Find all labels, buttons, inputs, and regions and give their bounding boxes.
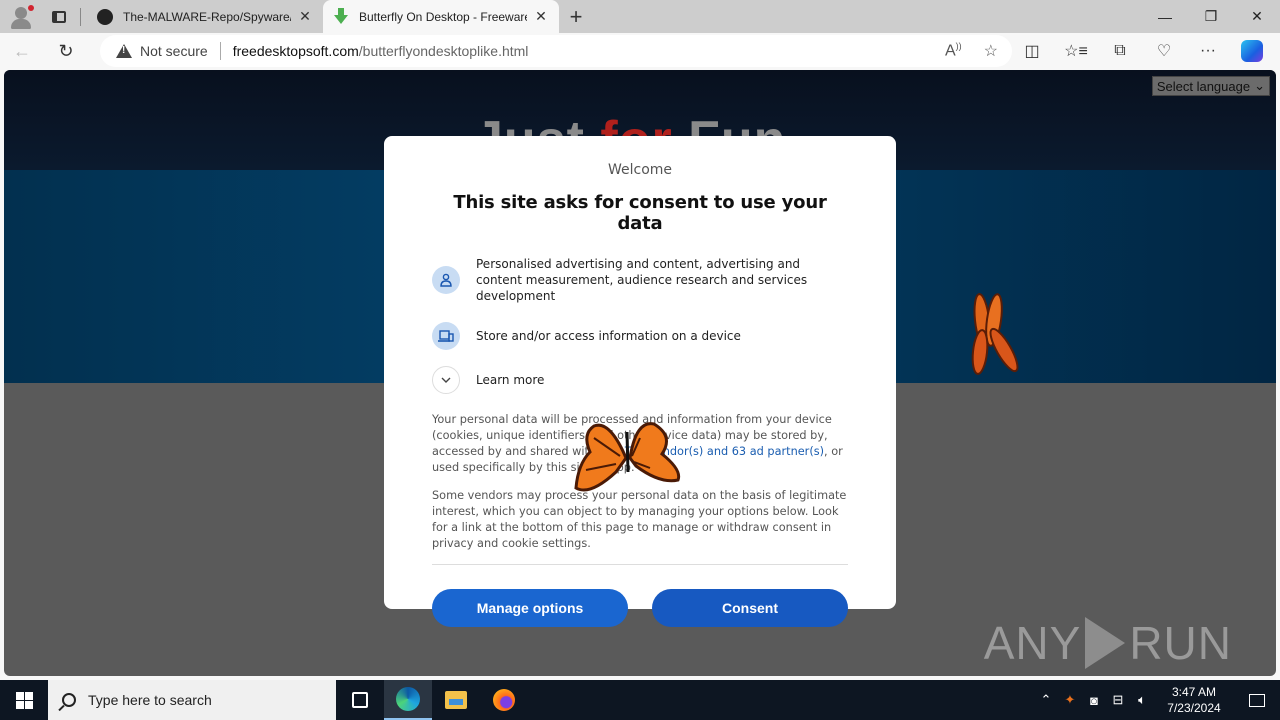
minimize-button[interactable]: — [1142,0,1188,33]
notification-icon [1249,693,1265,707]
clock-time: 3:47 AM [1171,685,1217,699]
task-view-icon [352,692,368,708]
divider [432,564,848,565]
window-controls: — ❐ ✕ [1142,0,1280,33]
url-separator [219,42,221,60]
butterfly-image [971,293,1019,375]
volume-icon[interactable]: 🔈︎ [1130,692,1154,708]
profile-button[interactable] [0,0,44,33]
profile-avatar-icon [15,7,27,19]
butterfly-image [574,422,681,492]
folder-icon [445,691,467,709]
clock-date: 7/23/2024 [1167,701,1221,715]
play-logo-icon [1085,617,1126,669]
more-menu-icon[interactable]: ··· [1186,42,1230,60]
dialog-title: This site asks for consent to use your d… [453,192,827,234]
watermark-text: ANY [983,617,1082,669]
edge-icon [396,687,420,711]
favorites-icon[interactable]: ☆≡ [1054,41,1098,61]
meet-now-icon[interactable]: ◙ [1082,693,1106,708]
task-view-button[interactable] [336,680,384,720]
tab-separator [80,7,81,26]
firefox-icon [493,689,515,711]
anyrun-watermark: ANY RUN [984,616,1232,670]
new-tab-button[interactable]: + [559,0,593,33]
clock[interactable]: 3:47 AM 7/23/2024 [1154,684,1234,716]
warning-icon [116,44,132,58]
url-host: freedesktopsoft.com [232,43,359,59]
tab-actions-icon [52,10,66,23]
split-screen-icon[interactable]: ◫ [1010,41,1054,61]
security-label[interactable]: Not secure [140,43,208,59]
back-button[interactable]: ← [0,33,44,69]
taskbar-firefox[interactable] [480,680,528,720]
consent-dialog: Welcome This site asks for consent to us… [384,136,896,627]
download-icon [333,8,349,25]
purpose-text: Personalised advertising and content, ad… [476,257,808,303]
chevron-down-icon[interactable] [432,366,460,394]
browser-essentials-icon[interactable]: ♡ [1142,41,1186,61]
tab-actions-button[interactable] [44,0,74,33]
watermark-text: RUN [1129,617,1232,669]
address-bar-row: ← ↻ Not secure freedesktopsoft.com /butt… [0,33,1280,69]
collections-icon[interactable]: ⧉ [1098,42,1142,60]
consent-button[interactable]: Consent [652,589,848,627]
tab-close-icon[interactable]: ✕ [297,8,313,25]
tab-bar: The-MALWARE-Repo/Spyware/b ✕ Butterfly O… [0,0,1280,33]
omnibox-actions: A)) ☆ [945,35,998,67]
url-bar[interactable]: Not secure freedesktopsoft.com /butterfl… [100,35,1012,67]
system-tray: ⌃ ✦ ◙ ⊟ 🔈︎ 3:47 AM 7/23/2024 [1034,680,1280,720]
chevron-up-icon[interactable]: ⌃ [1034,692,1058,708]
learn-more-label[interactable]: Learn more [476,372,544,388]
device-icon [432,322,460,350]
windows-logo-icon [15,691,33,709]
manage-options-button[interactable]: Manage options [432,589,628,627]
purpose-text: Store and/or access information on a dev… [476,329,741,343]
taskbar-file-explorer[interactable] [432,680,480,720]
copilot-icon [1241,40,1263,62]
close-window-button[interactable]: ✕ [1234,0,1280,33]
learn-more-toggle[interactable]: Learn more [432,366,848,394]
taskbar-edge[interactable] [384,680,432,720]
copilot-button[interactable] [1230,40,1274,62]
dialog-buttons: Manage options Consent [432,589,848,627]
person-icon [432,266,460,294]
tab-github[interactable]: The-MALWARE-Repo/Spyware/b ✕ [87,0,323,33]
search-icon [62,693,76,707]
tab-title: Butterfly On Desktop - Freeware [359,9,527,24]
restore-button[interactable]: ❐ [1188,0,1234,33]
profile-avatar-body [11,19,31,29]
taskbar-search[interactable]: Type here to search [48,680,336,720]
language-select[interactable]: Select language ⌄ [1151,76,1270,96]
notification-dot [28,5,34,11]
start-button[interactable] [0,680,48,720]
network-icon[interactable]: ⊟ [1106,692,1130,708]
tab-title: The-MALWARE-Repo/Spyware/b [123,9,291,24]
butterfly-tray-icon[interactable]: ✦ [1058,692,1082,708]
chevron-down-icon: ⌄ [1254,78,1265,93]
refresh-button[interactable]: ↻ [44,33,88,69]
purpose-item: Store and/or access information on a dev… [432,322,848,350]
tab-butterfly[interactable]: Butterfly On Desktop - Freeware ✕ [323,0,559,33]
tab-close-icon[interactable]: ✕ [533,8,549,25]
purpose-item: Personalised advertising and content, ad… [432,256,848,304]
notifications-button[interactable] [1234,693,1280,707]
toolbar: ◫ ☆≡ ⧉ ♡ ··· [1010,33,1274,69]
url-path: /butterflyondesktoplike.html [358,43,529,59]
read-aloud-icon[interactable]: A)) [945,41,962,60]
dialog-welcome: Welcome [607,162,673,178]
taskbar: Type here to search ⌃ ✦ ◙ ⊟ 🔈︎ 3:47 AM 7… [0,680,1280,720]
github-icon [97,8,113,25]
language-select-label: Select language [1156,78,1251,94]
search-placeholder: Type here to search [88,692,212,708]
favorite-star-icon[interactable]: ☆ [984,41,998,61]
